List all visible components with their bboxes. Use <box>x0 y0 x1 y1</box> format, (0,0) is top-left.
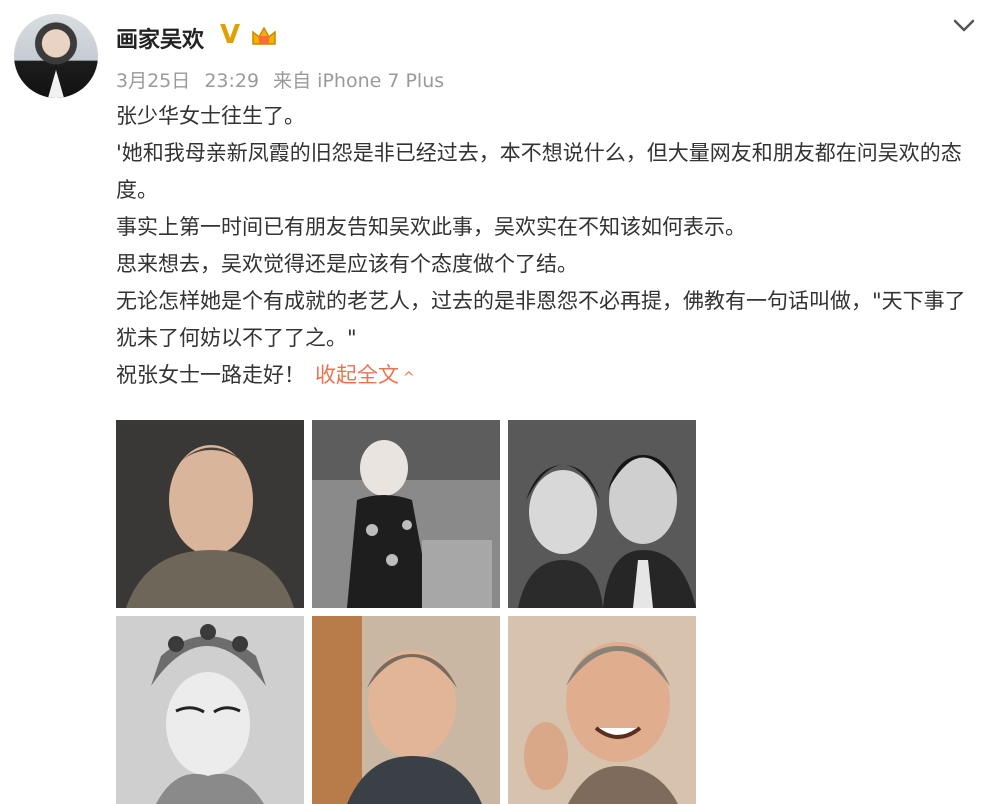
avatar[interactable] <box>14 14 98 98</box>
post-line: 祝张女士一路走好！ <box>116 363 305 387</box>
vip-badge: V <box>220 20 241 50</box>
username[interactable]: 画家吴欢 <box>116 22 204 54</box>
post-line: 思来想去，吴欢觉得还是应该有个态度做个了结。 <box>116 252 578 276</box>
photo-opera-costume[interactable] <box>116 616 304 804</box>
crown-badge-icon <box>252 26 276 45</box>
post-line: 事实上第一时间已有朋友告知吴欢此事，吴欢实在不知该如何表示。 <box>116 215 746 239</box>
photo-elderly-portrait[interactable] <box>116 420 304 608</box>
post-line: 无论怎样她是个有成就的老艺人，过去的是非恩怨不必再提，佛教有一句话叫做，"天下事… <box>116 289 966 350</box>
collapse-arrow-icon[interactable]: ^ <box>403 370 415 386</box>
post-line: '她和我母亲新凤霞的旧怨是非已经过去，本不想说什么，但大量网友和朋友都在问吴欢的… <box>116 141 962 202</box>
post-time: 23:29 <box>204 70 260 92</box>
post-text: 张少华女士往生了。 '她和我母亲新凤霞的旧怨是非已经过去，本不想说什么，但大量网… <box>116 98 966 397</box>
post-source[interactable]: 来自 iPhone 7 Plus <box>273 70 444 92</box>
post-line: 张少华女士往生了。 <box>116 104 305 128</box>
photo-couple[interactable] <box>508 420 696 608</box>
chevron-down-icon[interactable] <box>950 12 978 40</box>
post-date: 3月25日 <box>116 70 191 92</box>
post-line-last: 祝张女士一路走好！ 收起全文 ^ <box>116 357 966 397</box>
photo-young-woman-qipao[interactable] <box>312 420 500 608</box>
post-meta: 3月25日 23:29 来自 iPhone 7 Plus <box>116 66 444 93</box>
collapse-text-link[interactable]: 收起全文 <box>315 363 399 387</box>
photo-grid <box>116 420 696 804</box>
photo-smiling-elder[interactable] <box>312 616 500 804</box>
photo-laughing-elder[interactable] <box>508 616 696 804</box>
